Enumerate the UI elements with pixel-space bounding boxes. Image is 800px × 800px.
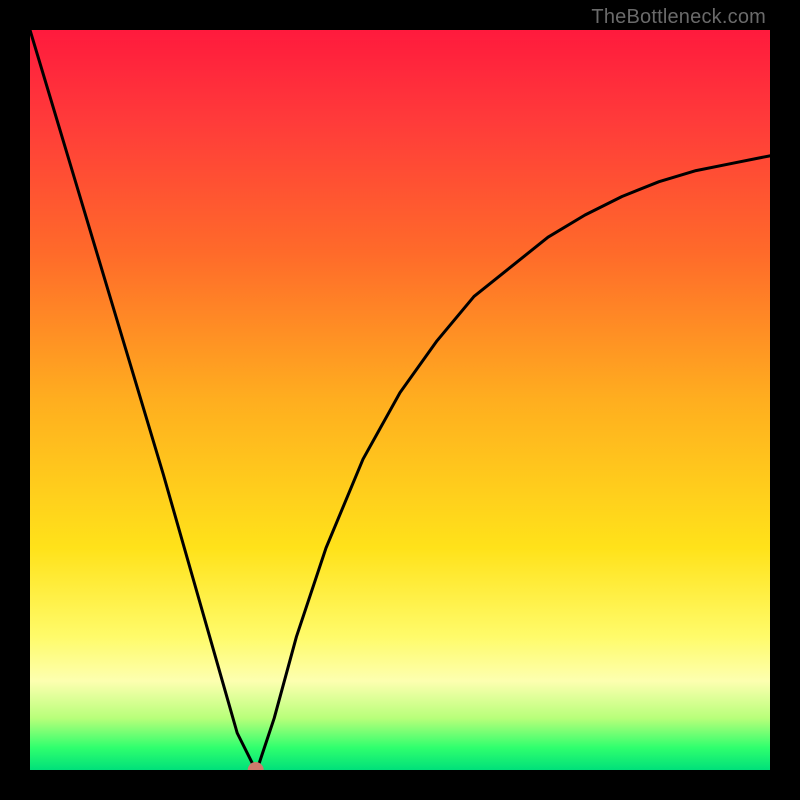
bottleneck-curve-line [30, 30, 770, 770]
watermark-text: TheBottleneck.com [591, 6, 766, 29]
plot-area [30, 30, 770, 770]
chart-frame: TheBottleneck.com [0, 0, 800, 800]
optimum-point-marker [248, 762, 264, 770]
bottleneck-curve-svg [30, 30, 770, 770]
